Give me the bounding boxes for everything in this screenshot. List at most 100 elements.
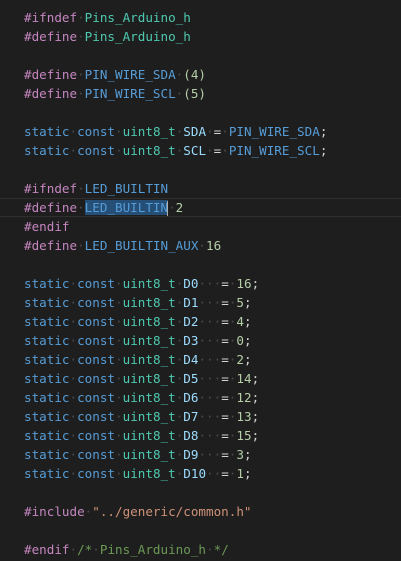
number-token: 1 (236, 466, 244, 481)
keyword-token: const (77, 333, 116, 348)
whitespace-marker: · (77, 10, 85, 25)
code-line[interactable] (24, 160, 401, 179)
code-line[interactable]: #ifndef·LED_BUILTIN (24, 179, 401, 198)
comment-token: /* (77, 542, 93, 557)
preprocessor-token: #define (24, 67, 78, 82)
code-line[interactable]: static·const·uint8_t·D9···=·3; (24, 445, 401, 464)
code-line[interactable]: static·const·uint8_t·D5···=·14; (24, 369, 401, 388)
keyword-token: static (24, 447, 70, 462)
number-token: 5 (236, 295, 244, 310)
whitespace-marker: · (69, 124, 78, 139)
number-token: 13 (236, 409, 252, 424)
keyword-token: const (77, 390, 116, 405)
variable-token: D8 (183, 428, 199, 443)
type-token: uint8_t (122, 143, 176, 158)
operator-token: ; (251, 428, 260, 443)
number-token: 0 (236, 333, 244, 348)
code-line[interactable] (24, 521, 401, 540)
comment-token: */ (213, 542, 229, 557)
whitespace-marker: · (115, 124, 123, 139)
type-token: uint8_t (122, 409, 176, 424)
keyword-token: static (24, 124, 70, 139)
preprocessor-token: #endif (24, 542, 70, 557)
type-token: uint8_t (122, 352, 176, 367)
whitespace-marker: · (92, 542, 100, 557)
whitespace-marker: ··· (198, 295, 222, 310)
preprocessor-token: #define (24, 238, 78, 253)
whitespace-marker: · (69, 428, 78, 443)
code-line[interactable]: #define·LED_BUILTIN_AUX·16 (24, 236, 401, 255)
code-line[interactable] (24, 483, 401, 502)
code-line[interactable]: static·const·uint8_t·D1···=·5; (24, 293, 401, 312)
code-line[interactable]: static·const·uint8_t·D3···=·0; (24, 331, 401, 350)
operator-token: ; (319, 143, 328, 158)
whitespace-marker: · (206, 143, 214, 158)
whitespace-marker: · (198, 238, 206, 253)
operator-token: = (221, 428, 229, 443)
code-line[interactable]: #define·PIN_WIRE_SDA·(4) (24, 65, 401, 84)
number-token: 15 (236, 428, 252, 443)
number-token: 16 (236, 276, 252, 291)
whitespace-marker: ··· (198, 314, 222, 329)
keyword-token: static (24, 371, 70, 386)
whitespace-marker: ··· (198, 390, 222, 405)
whitespace-marker: · (69, 314, 78, 329)
code-line[interactable] (24, 255, 401, 274)
code-line[interactable] (24, 103, 401, 122)
keyword-token: static (24, 314, 70, 329)
code-line[interactable]: static·const·uint8_t·D2···=·4; (24, 312, 401, 331)
whitespace-marker: · (69, 390, 78, 405)
keyword-token: const (77, 428, 116, 443)
code-line[interactable]: static·const·uint8_t·SDA·=·PIN_WIRE_SDA; (24, 122, 401, 141)
keyword-token: const (77, 276, 116, 291)
keyword-token: static (24, 276, 70, 291)
number-token: 4 (236, 314, 244, 329)
whitespace-marker: · (77, 200, 85, 215)
code-line[interactable]: #define·Pins_Arduino_h (24, 27, 401, 46)
operator-token: = (221, 466, 229, 481)
code-line[interactable]: static·const·uint8_t·D0···=·16; (24, 274, 401, 293)
type-token: uint8_t (122, 390, 176, 405)
highlighted-token: LED_BUILTIN (84, 200, 169, 215)
preprocessor-token: #define (24, 200, 78, 215)
operator-token: ; (243, 333, 252, 348)
whitespace-marker: ··· (198, 352, 222, 367)
code-line[interactable]: static·const·uint8_t·D8···=·15; (24, 426, 401, 445)
code-line[interactable]: #define·PIN_WIRE_SCL·(5) (24, 84, 401, 103)
whitespace-marker: · (69, 143, 78, 158)
preprocessor-token: #define (24, 86, 78, 101)
whitespace-marker: ··· (198, 276, 222, 291)
whitespace-marker: · (115, 314, 123, 329)
whitespace-marker: ··· (198, 371, 222, 386)
code-line[interactable]: static·const·uint8_t·D6···=·12; (24, 388, 401, 407)
whitespace-marker: ·· (206, 466, 222, 481)
variable-token: D5 (183, 371, 199, 386)
whitespace-marker: · (77, 181, 85, 196)
variable-token: D9 (183, 447, 199, 462)
code-line[interactable]: #ifndef·Pins_Arduino_h (24, 8, 401, 27)
code-line[interactable]: static·const·uint8_t·D10··=·1; (24, 464, 401, 483)
code-line[interactable]: #endif (24, 217, 401, 236)
whitespace-marker: · (69, 466, 78, 481)
whitespace-marker: ··· (198, 333, 222, 348)
code-line[interactable]: #define·LED_BUILTIN·2 (0, 198, 401, 217)
whitespace-marker: · (77, 238, 85, 253)
variable-token: D6 (183, 390, 199, 405)
code-line[interactable]: #endif·/*·Pins_Arduino_h·*/ (24, 540, 401, 559)
code-line[interactable]: #include·"../generic/common.h" (24, 502, 401, 521)
number-token: 3 (236, 447, 244, 462)
type-token: uint8_t (122, 295, 176, 310)
keyword-token: const (77, 466, 116, 481)
code-line[interactable] (24, 46, 401, 65)
code-editor[interactable]: #ifndef·Pins_Arduino_h #define·Pins_Ardui… (0, 0, 401, 561)
keyword-token: const (77, 314, 116, 329)
keyword-token: const (77, 295, 116, 310)
whitespace-marker: · (115, 295, 123, 310)
code-line[interactable]: static·const·uint8_t·D7···=·13; (24, 407, 401, 426)
keyword-token: const (77, 124, 116, 139)
whitespace-marker: · (115, 333, 123, 348)
variable-token: D10 (183, 466, 207, 481)
code-line[interactable]: static·const·uint8_t·D4···=·2; (24, 350, 401, 369)
comment-token: Pins_Arduino_h (99, 542, 207, 557)
code-line[interactable]: static·const·uint8_t·SCL·=·PIN_WIRE_SCL; (24, 141, 401, 160)
